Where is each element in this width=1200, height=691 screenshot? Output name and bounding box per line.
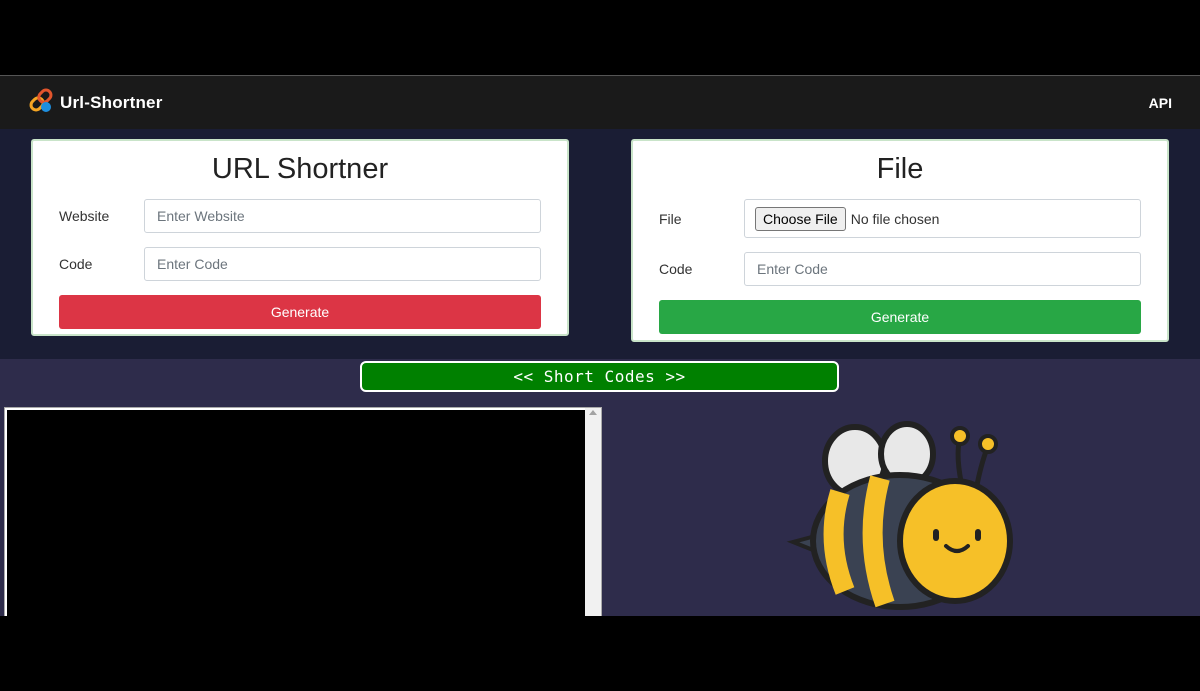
file-code-input[interactable]: Enter Code — [744, 252, 1141, 286]
url-shortener-card: URL Shortner Website Enter Website Code … — [31, 139, 569, 336]
file-code-row: Code Enter Code — [659, 252, 1141, 286]
url-code-input[interactable]: Enter Code — [144, 247, 541, 281]
brand-title: Url-Shortner — [60, 92, 163, 112]
scroll-up-icon[interactable] — [589, 410, 597, 415]
website-row: Website Enter Website — [59, 199, 541, 233]
no-file-text: No file chosen — [850, 210, 940, 227]
choose-file-button[interactable]: Choose File — [755, 206, 846, 231]
url-code-label: Code — [59, 256, 93, 272]
website-label: Website — [59, 208, 110, 224]
file-label: File — [659, 210, 682, 227]
navbar: Url-Shortner API — [0, 76, 1200, 129]
website-input[interactable]: Enter Website — [144, 199, 541, 233]
short-codes-button[interactable]: << Short Codes >> — [360, 361, 839, 392]
link-icon — [26, 85, 56, 120]
url-form-title: URL Shortner — [211, 153, 389, 185]
file-generate-button[interactable]: Generate — [659, 300, 1141, 334]
brand[interactable]: Url-Shortner — [26, 85, 163, 120]
app-window: Url-Shortner API URL Shortner Website En… — [0, 75, 1200, 616]
file-form-title: File — [876, 153, 924, 185]
api-link[interactable]: API — [1149, 95, 1172, 111]
scrollbar[interactable] — [585, 408, 601, 616]
short-codes-panel — [4, 407, 602, 616]
file-code-label: Code — [659, 261, 693, 277]
forms-section: URL Shortner Website Enter Website Code … — [0, 129, 1200, 359]
short-codes-list[interactable] — [7, 410, 585, 616]
file-input[interactable]: Choose File No file chosen — [744, 199, 1141, 238]
url-code-row: Code Enter Code — [59, 247, 541, 281]
file-card: File File Choose File No file chosen Cod… — [631, 139, 1169, 342]
file-row: File Choose File No file chosen — [659, 199, 1141, 238]
url-generate-button[interactable]: Generate — [59, 295, 541, 329]
bee-icon — [785, 416, 1025, 616]
